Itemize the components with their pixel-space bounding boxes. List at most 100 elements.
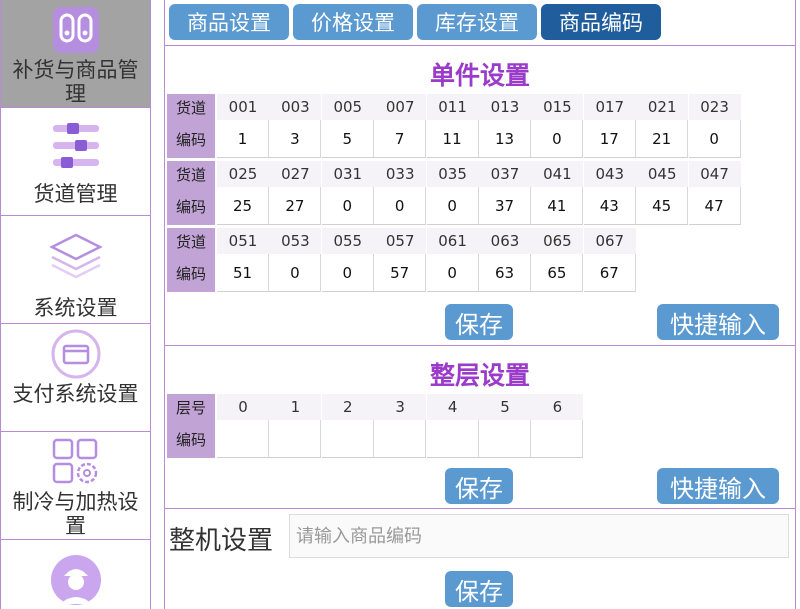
code-cell[interactable]: 51 [217,254,269,292]
channel-number: 001 [217,94,269,120]
sidebar-item-channel[interactable]: 货道管理 [1,108,150,216]
channel-number: 031 [321,161,374,187]
channel-number: 003 [269,94,322,120]
channel-number: 053 [269,228,322,254]
product-code-input[interactable] [289,514,789,558]
code-cell[interactable]: 7 [374,120,427,158]
channel-number: 051 [217,228,269,254]
layer-number: 3 [374,394,427,420]
channel-number: 057 [374,228,427,254]
sidebar-item-label: 系统设置 [33,296,118,320]
tab-product-settings[interactable]: 商品设置 [169,4,289,40]
machine-save-button[interactable]: 保存 [445,571,513,607]
app-root: 补货与商品管理 货道管理 系统设置 支付系统设置 制冷与加热设置 商品设置 价格… [0,0,800,609]
code-cell[interactable]: 0 [321,187,374,225]
channel-number: 025 [217,161,269,187]
layer-save-button[interactable]: 保存 [445,468,513,504]
channel-number: 037 [479,161,531,187]
code-cell[interactable]: 0 [426,254,479,292]
single-quick-input-button[interactable]: 快捷输入 [657,304,779,340]
single-save-button[interactable]: 保存 [445,304,513,340]
layer-code-cell[interactable] [269,420,322,458]
layer-row-label: 层号 [167,394,215,420]
channel-number: 033 [374,161,427,187]
code-cell[interactable]: 57 [374,254,427,292]
code-cell[interactable]: 45 [636,187,689,225]
user-avatar-icon [48,552,104,608]
channel-icon [48,118,104,174]
code-cell[interactable]: 0 [426,187,479,225]
code-cell[interactable]: 13 [479,120,531,158]
code-cell[interactable]: 41 [531,187,584,225]
tab-price-settings[interactable]: 价格设置 [293,4,413,40]
code-cell[interactable]: 17 [583,120,636,158]
code-cell[interactable]: 67 [583,254,636,292]
channel-number: 035 [426,161,479,187]
code-cell[interactable]: 27 [269,187,322,225]
channel-row-label: 货道 [167,228,215,254]
tab-product-code[interactable]: 商品编码 [541,4,661,40]
layer-settings-title: 整层设置 [429,361,530,390]
sidebar-item-restock[interactable]: 补货与商品管理 [1,0,150,108]
single-settings-title: 单件设置 [429,61,530,90]
tab-stock-settings[interactable]: 库存设置 [417,4,537,40]
channel-number: 045 [636,161,689,187]
code-cell[interactable]: 47 [688,187,741,225]
layer-number: 5 [479,394,531,420]
code-cell[interactable]: 0 [321,254,374,292]
code-cell[interactable]: 1 [217,120,269,158]
machine-settings-label: 整机设置 [169,526,274,556]
sidebar-item-user[interactable] [1,540,150,609]
layer-number: 4 [426,394,479,420]
sidebar-item-cooling[interactable]: 制冷与加热设置 [1,432,150,540]
code-cell[interactable]: 0 [531,120,584,158]
channel-number: 067 [583,228,636,254]
layer-code-cell[interactable] [479,420,531,458]
layer-code-cell[interactable] [374,420,427,458]
sidebar-item-system[interactable]: 系统设置 [1,216,150,324]
code-cell[interactable]: 3 [269,120,322,158]
layer-quick-input-button[interactable]: 快捷输入 [657,468,779,504]
code-cell[interactable]: 21 [636,120,689,158]
code-cell[interactable]: 11 [426,120,479,158]
channel-number: 021 [636,94,689,120]
layer-code-cell[interactable] [321,420,374,458]
divider [165,345,795,346]
channel-row-label: 货道 [167,94,215,120]
code-cell[interactable]: 37 [479,187,531,225]
code-row-label: 编码 [167,187,215,225]
channel-number: 013 [479,94,531,120]
code-cell[interactable]: 25 [217,187,269,225]
grid-gear-icon [48,434,104,490]
code-cell[interactable]: 5 [321,120,374,158]
sidebar-item-payment[interactable]: 支付系统设置 [1,324,150,432]
channel-number: 015 [531,94,584,120]
layers-icon [48,228,104,284]
channel-number: 041 [531,161,584,187]
channel-number: 027 [269,161,322,187]
code-cell[interactable]: 65 [531,254,584,292]
layer-code-cell[interactable] [531,420,584,458]
layer-number: 6 [531,394,584,420]
tab-bar: 商品设置 价格设置 库存设置 商品编码 [165,0,795,46]
code-cell[interactable]: 0 [688,120,741,158]
layer-number: 2 [321,394,374,420]
layer-number: 0 [217,394,269,420]
code-cell[interactable]: 63 [479,254,531,292]
card-icon [48,326,104,382]
sidebar-item-label: 补货与商品管理 [12,58,139,106]
code-cell[interactable]: 0 [269,254,322,292]
restock-icon [48,2,104,58]
code-row-label: 编码 [167,420,215,458]
main-panel: 商品设置 价格设置 库存设置 商品编码 单件设置 货道 编码 001 1 003 3 005… [164,0,796,609]
channel-row-label: 货道 [167,161,215,187]
channel-number: 061 [426,228,479,254]
code-cell[interactable]: 43 [583,187,636,225]
channel-number: 005 [321,94,374,120]
code-cell[interactable]: 0 [374,187,427,225]
channel-number: 047 [688,161,741,187]
sidebar: 补货与商品管理 货道管理 系统设置 支付系统设置 制冷与加热设置 [0,0,151,609]
divider [165,508,795,509]
layer-code-cell[interactable] [217,420,269,458]
layer-code-cell[interactable] [426,420,479,458]
